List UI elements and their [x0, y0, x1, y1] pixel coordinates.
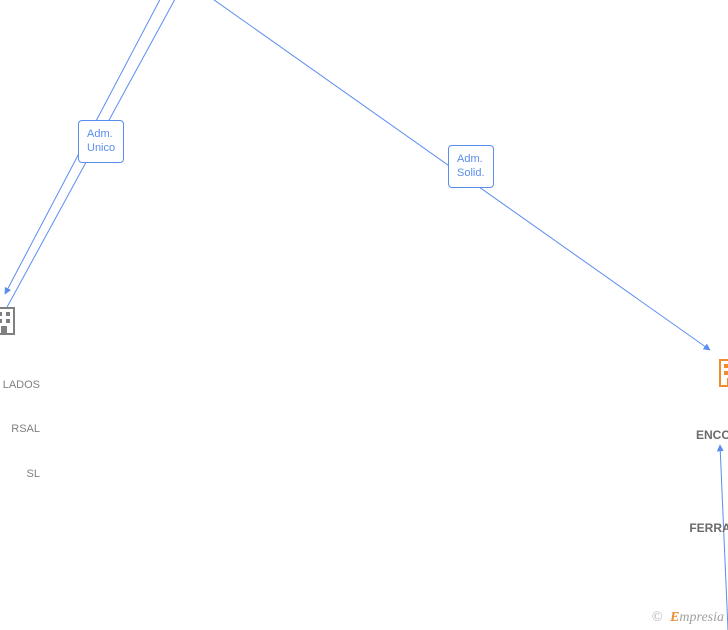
edge-label-line: Adm. — [87, 127, 115, 141]
edge-label-line: Adm. — [457, 152, 485, 166]
node-label-right-company: ENCOF FERRAL — [678, 395, 728, 553]
node-label-line: FERRAL — [678, 520, 728, 536]
watermark-brand-e: E — [670, 610, 679, 625]
copyright-symbol: © — [652, 610, 663, 625]
edge-label-adm-solid: Adm. Solid. — [448, 145, 494, 188]
node-label-line: ENCOF — [678, 427, 728, 443]
node-label-line: SL — [0, 467, 40, 482]
watermark: © Empresia — [652, 610, 724, 626]
node-label-left-company: LADOS RSAL SL — [0, 348, 40, 496]
building-icon — [0, 306, 16, 341]
node-label-line: LADOS — [0, 378, 40, 393]
watermark-brand-rest: mpresia — [679, 610, 724, 625]
connector-layer — [0, 0, 728, 630]
edge-label-line: Solid. — [457, 166, 485, 180]
node-label-line: RSAL — [0, 422, 40, 437]
edge-label-line: Unico — [87, 141, 115, 155]
edge-label-adm-unico: Adm. Unico — [78, 120, 124, 163]
building-icon — [718, 358, 728, 393]
